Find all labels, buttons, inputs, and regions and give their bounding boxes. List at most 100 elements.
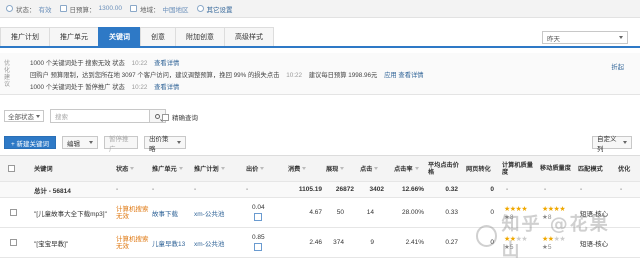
select-all-checkbox[interactable] [7,165,15,172]
bid-cell: 0.85 [252,228,265,257]
suggestion-line: 1000 个关键词处于 搜索无效 状态 10:22 查看详情 [30,58,179,67]
col-ctr[interactable]: 点击率 [394,156,419,181]
bid-value[interactable]: 0.04 [252,204,265,211]
suggestion-detail-link[interactable]: 查看详情 [154,84,179,91]
budget-label: 日预算： [69,6,96,14]
ctr-value: 28.00% [401,209,424,216]
keyword-toolbar: + 新建关键词 编辑 暂停推广 出价策略 自定义列 [0,136,640,153]
custom-columns-button[interactable]: 自定义列 [592,136,632,153]
other-settings[interactable]: 其它设置 [196,4,233,14]
avg-cpc-value: 0.27 [445,239,458,246]
row-checkbox[interactable] [10,209,17,216]
total-impressions: 26872 [335,186,354,193]
filter-icon [178,167,183,170]
campaign-link[interactable]: xm-公共池 [194,228,224,257]
row-checkbox-cell [10,198,17,227]
col-status[interactable]: 状态 [116,156,135,181]
col-bid-label: 出价 [246,166,259,173]
col-cost-label: 消费 [288,166,301,173]
suggestion-apply-link[interactable]: 应用 查看详情 [384,72,424,79]
collapse-suggestions-link[interactable]: 折起 [611,62,624,71]
col-pc-quality[interactable]: 计算机质量度 [502,156,538,181]
avg-cpc-value: 0.33 [445,209,458,216]
suggestion-time: 10:22 [131,84,148,91]
budget-info: 日预算： 1300.00 [59,4,123,14]
suggestion-detail-link[interactable]: 查看详情 [154,60,179,67]
adgroup-link[interactable]: 故事下载 [152,198,178,227]
col-bid[interactable]: 出价 [246,156,265,181]
keyword-status[interactable]: 计算机搜索无效 [116,198,150,227]
col-keyword[interactable]: 关键词 [34,156,53,181]
col-adgroup[interactable]: 推广单元 [152,156,183,181]
filter-row: 全部状态 搜索 精确查询 [0,108,640,124]
edit-label: 编辑 [67,140,80,148]
total-match: - [580,186,583,193]
level-tabs: 推广计划 推广单元 关键词 创意 附加创意 高级样式 昨天 [0,27,640,48]
table-header: 关键词 状态 推广单元 推广计划 出价 消费 展现 点击 点击率 平均点击价格 … [0,156,640,182]
tab-creative[interactable]: 创意 [140,27,176,46]
row-checkbox[interactable] [10,239,17,246]
suggestions-side-label: 优化建议 [4,61,11,88]
tab-keyword[interactable]: 关键词 [98,27,141,46]
precise-query-checkbox[interactable] [162,113,169,121]
suggestion-time: 10:22 [286,72,302,79]
chevron-down-icon [177,141,181,144]
tab-advanced-style[interactable]: 高级样式 [224,27,274,46]
col-impressions[interactable]: 展现 [326,156,345,181]
keyword-text[interactable]: "[宝宝早教]" [34,228,68,257]
suggestion-text: 回购户 预算限制，达到您所在地 3097 个客户访问，建议调整预算，挽回 99%… [30,72,280,79]
bid-value[interactable]: 0.85 [252,234,265,241]
region-value[interactable]: 中国地区 [163,4,189,14]
ctr-value: 2.41% [405,239,424,246]
edit-bid-icon[interactable] [254,213,263,221]
other-settings-link[interactable]: 其它设置 [207,4,233,14]
status-filter-value: 全部状态 [8,114,34,121]
tab-adgroup[interactable]: 推广单元 [49,27,99,46]
filter-icon [220,167,225,170]
suggestion-text: 1000 个关键词处于 搜索无效 状态 [30,60,125,67]
suggestion-line: 回购户 预算限制，达到您所在地 3097 个客户访问，建议调整预算，挽回 99%… [30,70,424,79]
status-filter-select[interactable]: 全部状态 [4,110,44,122]
chevron-down-icon [36,114,40,118]
col-avg-cpc[interactable]: 平均点击价格 [428,156,462,181]
date-range-select[interactable]: 昨天 [542,31,628,44]
edit-bid-icon[interactable] [254,243,263,251]
campaign-link[interactable]: xm-公共池 [194,198,224,227]
adgroup-link[interactable]: 儿童早教13 [152,228,185,257]
budget-icon [59,5,67,12]
watermark-text: 知乎 @花果山 [501,214,610,261]
col-clicks[interactable]: 点击 [360,156,379,181]
edit-button[interactable]: 编辑 [62,136,98,149]
precise-query-option[interactable]: 精确查询 [162,112,198,122]
suggestion-time: 10:22 [131,60,148,67]
keyword-search-input[interactable]: 搜索 [50,109,150,123]
new-keyword-button[interactable]: + 新建关键词 [4,136,56,149]
status-info: 状态： 有效 [6,4,52,14]
status-icon [6,5,13,12]
keyword-text[interactable]: "[儿童故事大全下载mp3]" [34,198,107,227]
select-all-cell [4,156,18,181]
filter-icon [130,167,135,170]
status-value[interactable]: 有效 [39,4,52,14]
col-cost[interactable]: 消费 [288,156,307,181]
col-optimize[interactable]: 优化 [618,156,630,181]
sort-icon [414,167,419,170]
total-optimize: - [620,186,623,193]
keyword-status[interactable]: 计算机搜索无效 [116,228,150,257]
pause-button[interactable]: 暂停推广 [104,136,138,153]
budget-value[interactable]: 1300.00 [99,5,123,12]
bid-strategy-button[interactable]: 出价策略 [144,136,186,153]
col-mobile-quality[interactable]: 移动质量度 [540,156,574,181]
search-icon [155,113,160,119]
total-ctr: 12.66% [401,186,424,193]
col-match-type[interactable]: 匹配模式 [578,156,603,181]
cost-value: 4.67 [309,209,322,216]
region-info: 地域： 中国地区 [130,4,189,14]
tab-campaign[interactable]: 推广计划 [0,27,50,46]
total-status: - [116,186,119,193]
tab-extra-creative[interactable]: 附加创意 [175,27,225,46]
region-label: 地域： [140,6,160,14]
col-campaign[interactable]: 推广计划 [194,156,225,181]
col-conversions[interactable]: 网页转化 [466,156,500,181]
total-bid: - [246,186,249,193]
